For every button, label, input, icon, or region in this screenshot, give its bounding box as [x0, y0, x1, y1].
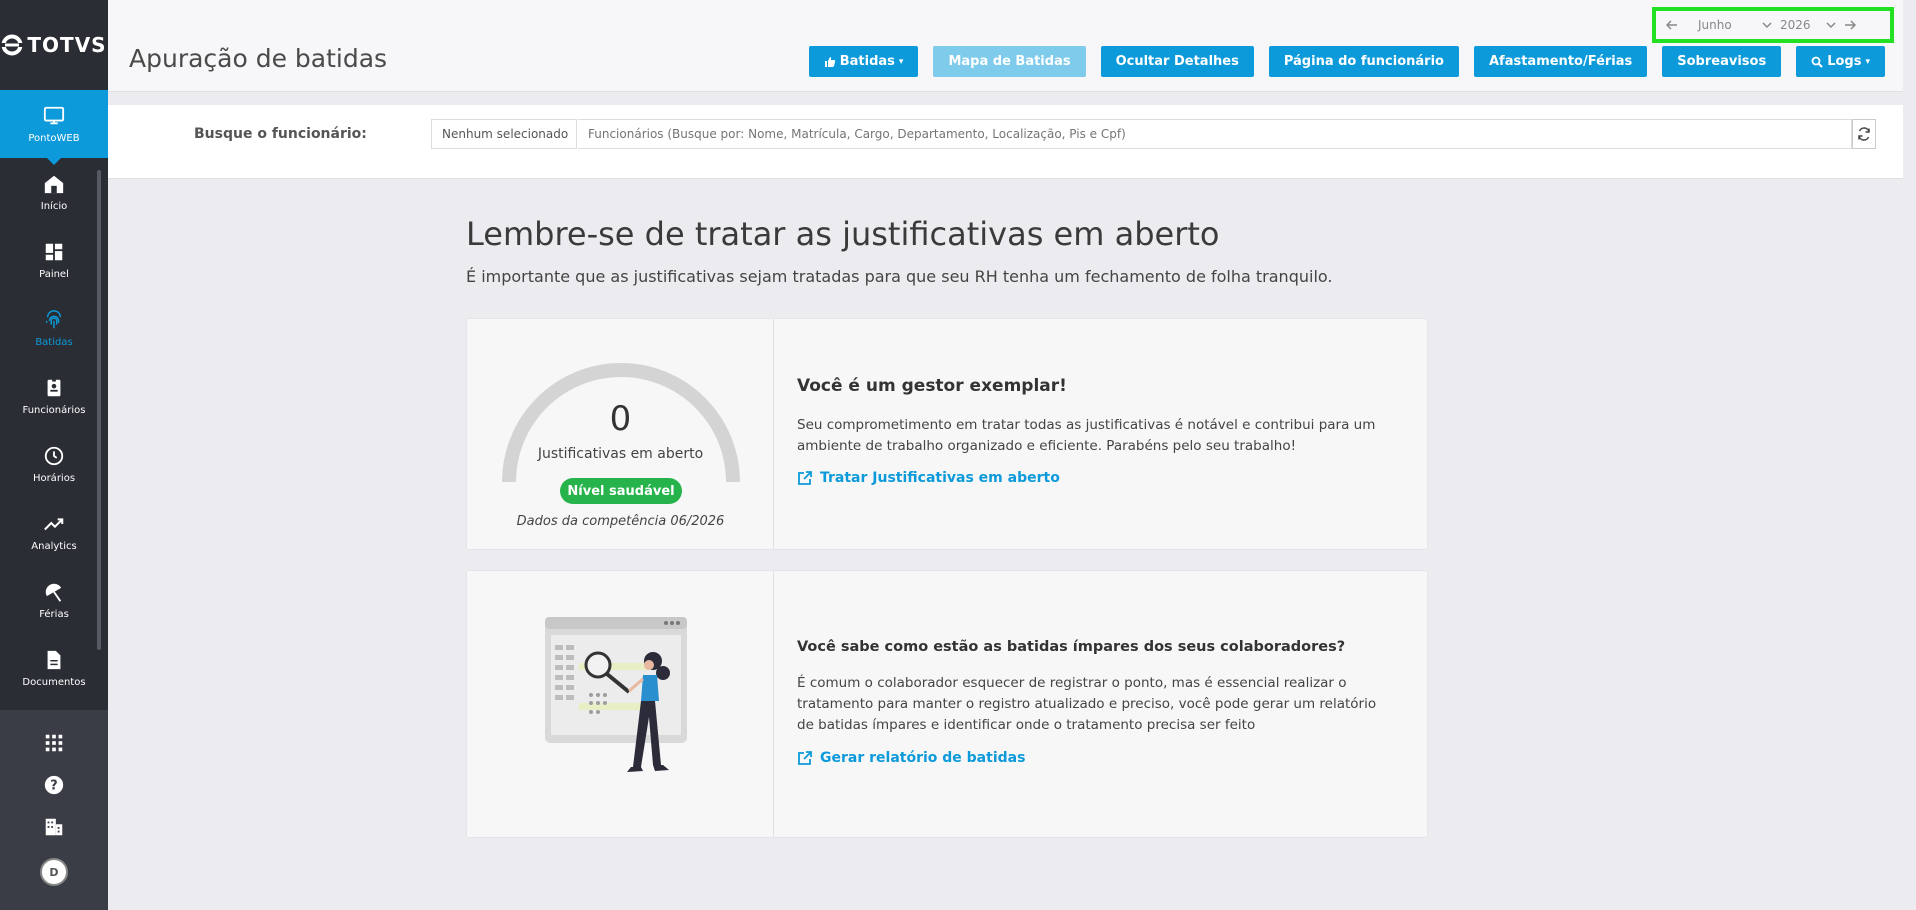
arrow-left-icon[interactable]: [1666, 19, 1678, 31]
competencia-note: Dados da competência 06/2026: [516, 514, 725, 529]
fingerprint-icon: [45, 309, 62, 328]
sidebar-item-horarios[interactable]: Horários: [0, 430, 108, 498]
sidebar-item-label: Horários: [32, 472, 76, 484]
status-badge: Nível saudável: [560, 478, 682, 504]
sidebar-item-label: Analytics: [31, 540, 77, 552]
card-title: Você é um gestor exemplar!: [797, 376, 1067, 396]
link-label: Gerar relatório de batidas: [820, 750, 1026, 766]
sidebar-bottom: ? D: [0, 710, 108, 910]
sobreavisos-button[interactable]: Sobreavisos: [1662, 46, 1782, 77]
refresh-button[interactable]: [1852, 119, 1876, 149]
batidas-impares-card: Você sabe como estão as batidas ímpares …: [466, 570, 1428, 838]
external-link-icon: [798, 471, 812, 485]
batidas-button-label: Batidas: [839, 54, 895, 69]
arrow-right-icon[interactable]: [1844, 19, 1856, 31]
link-label: Tratar Justificativas em aberto: [820, 470, 1060, 486]
batidas-dropdown-button[interactable]: Batidas ▾: [808, 46, 919, 77]
justificativas-count: 0: [609, 399, 632, 439]
main-heading: Lembre-se de tratar as justificativas em…: [466, 215, 1220, 253]
document-icon: [47, 650, 61, 669]
sidebar-item-inicio[interactable]: Início: [0, 158, 108, 226]
caret-down-icon: ▾: [898, 56, 904, 67]
toolbar: Batidas ▾ Mapa de Batidas Ocultar Detalh…: [808, 46, 1885, 77]
card-text: Seu comprometimento em tratar todas as j…: [797, 417, 1376, 454]
report-illustration: [545, 617, 687, 772]
selected-employee: Nenhum selecionado: [431, 119, 577, 149]
sidebar-item-label: Início: [40, 200, 68, 212]
sidebar-item-label: Funcionários: [22, 404, 86, 416]
afastamento-ferias-button[interactable]: Afastamento/Férias: [1473, 46, 1648, 77]
chevron-down-icon: [1826, 22, 1836, 29]
employee-search-input[interactable]: [578, 119, 1852, 149]
external-link-icon: [798, 751, 812, 765]
page-title: Apuração de batidas: [129, 44, 388, 73]
justificativas-gauge-panel: 0 Justificativas em aberto Nível saudáve…: [467, 319, 774, 549]
sidebar-item-label: Painel: [39, 268, 69, 280]
period-selector: Junho 2026: [1652, 7, 1894, 43]
home-icon: [44, 175, 64, 193]
clock-icon: [44, 446, 64, 465]
illustration-panel: [467, 571, 774, 837]
justificativas-count-label: Justificativas em aberto: [537, 446, 704, 462]
totvs-logo[interactable]: TOTVS: [0, 0, 108, 90]
logs-dropdown-button[interactable]: Logs ▾: [1796, 46, 1885, 77]
totvs-logo-icon: [1, 34, 24, 56]
sidebar-item-documentos[interactable]: Documentos: [0, 634, 108, 702]
avatar[interactable]: D: [40, 858, 68, 886]
apps-grid-icon[interactable]: [43, 732, 65, 754]
page-header: Apuração de batidas Junho 2026 Batidas ▾…: [108, 0, 1903, 92]
sidebar-item-label: Férias: [39, 608, 69, 620]
year-value: 2026: [1780, 18, 1811, 32]
sidebar: TOTVS PontoWEB Início Painel Batidas Fun…: [0, 0, 108, 910]
search-icon: [1811, 56, 1823, 68]
building-icon[interactable]: [43, 816, 65, 838]
search-label: Busque o funcionário:: [194, 126, 367, 142]
month-select[interactable]: Junho: [1686, 18, 1772, 32]
dashboard-icon: [45, 243, 63, 260]
caret-down-icon: ▾: [1865, 56, 1870, 67]
month-value: Junho: [1698, 18, 1732, 32]
logs-button-label: Logs: [1827, 54, 1862, 69]
card-title: Você sabe como estão as batidas ímpares …: [797, 639, 1346, 655]
umbrella-icon: [45, 583, 62, 602]
sidebar-item-label: Batidas: [35, 336, 73, 348]
main-subheading: É importante que as justificativas sejam…: [466, 267, 1333, 286]
employee-search-bar: Busque o funcionário: Nenhum selecionado: [108, 105, 1903, 179]
chevron-down-icon: [1762, 22, 1772, 29]
sidebar-item-funcionarios[interactable]: Funcionários: [0, 362, 108, 430]
sidebar-item-ferias[interactable]: Férias: [0, 566, 108, 634]
tratar-justificativas-link[interactable]: Tratar Justificativas em aberto: [797, 470, 1060, 486]
trend-icon: [44, 517, 64, 530]
sidebar-scrollbar[interactable]: [97, 170, 101, 650]
sidebar-item-analytics[interactable]: Analytics: [0, 498, 108, 566]
refresh-icon: [1858, 127, 1870, 141]
thumbs-up-icon: [824, 56, 835, 67]
help-icon[interactable]: ?: [43, 774, 65, 796]
mapa-de-batidas-button[interactable]: Mapa de Batidas: [933, 46, 1086, 77]
svg-text:?: ?: [50, 779, 57, 794]
sidebar-item-painel[interactable]: Painel: [0, 226, 108, 294]
brand-name: TOTVS: [27, 33, 107, 57]
sidebar-item-batidas[interactable]: Batidas: [0, 294, 108, 362]
year-select[interactable]: 2026: [1780, 18, 1836, 32]
card-text: É comum o colaborador esquecer de regist…: [797, 675, 1377, 733]
badge-icon: [47, 378, 61, 396]
ocultar-detalhes-button[interactable]: Ocultar Detalhes: [1100, 46, 1254, 77]
justificativas-card: 0 Justificativas em aberto Nível saudáve…: [466, 318, 1428, 550]
gerar-relatorio-link[interactable]: Gerar relatório de batidas: [797, 750, 1025, 766]
pagina-do-funcionario-button[interactable]: Página do funcionário: [1268, 46, 1459, 77]
sidebar-item-label: Documentos: [22, 676, 86, 688]
sidebar-item-label: PontoWEB: [28, 132, 80, 144]
monitor-icon: [43, 106, 65, 124]
sidebar-item-pontoweb[interactable]: PontoWEB: [0, 90, 108, 165]
